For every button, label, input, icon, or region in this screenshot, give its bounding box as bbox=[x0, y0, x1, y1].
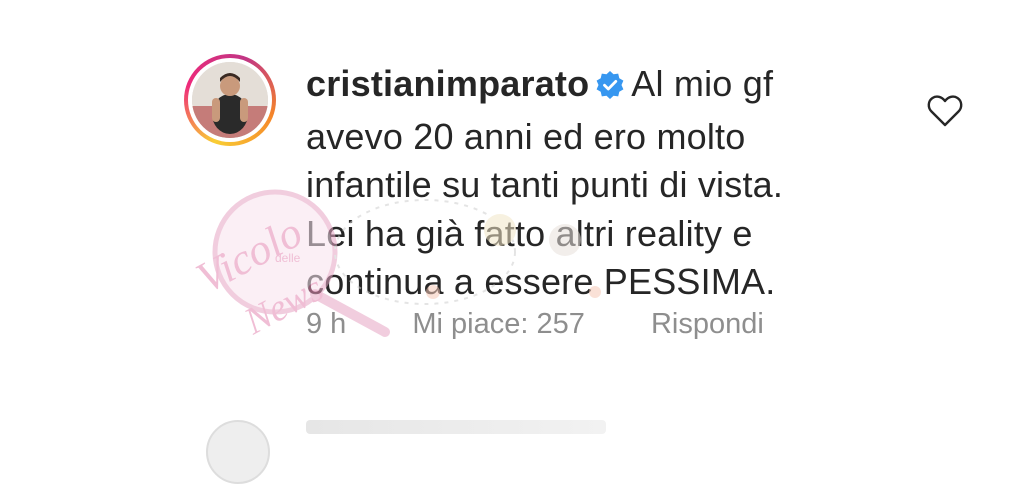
next-comment-preview bbox=[306, 420, 606, 434]
comment-text-line: Lei ha già fatto altri reality e bbox=[306, 212, 753, 254]
comment-text-line: Al mio gf bbox=[631, 63, 774, 104]
avatar-photo bbox=[192, 62, 268, 138]
likes-count-link[interactable]: Mi piace: 257 bbox=[412, 308, 585, 340]
like-button[interactable] bbox=[926, 92, 964, 128]
comment-text-line: avevo 20 anni ed ero molto bbox=[306, 115, 746, 157]
comment-text-line: continua a essere PESSIMA. bbox=[306, 261, 776, 302]
avatar-border bbox=[188, 58, 272, 142]
reply-button[interactable]: Rispondi bbox=[651, 308, 764, 340]
story-ring[interactable] bbox=[184, 54, 276, 146]
comment-item: cristianimparato Al mio gf avevo 20 anni … bbox=[0, 0, 1024, 360]
comment-meta: 9 h Mi piace: 257 Rispondi bbox=[306, 308, 822, 341]
comment-username[interactable]: cristianimparato bbox=[306, 63, 589, 104]
comment-body: cristianimparato Al mio gf avevo 20 anni … bbox=[306, 60, 926, 307]
next-comment-avatar[interactable] bbox=[206, 420, 270, 484]
verified-badge-icon bbox=[595, 64, 625, 113]
comment-text-line: infantile su tanti punti di vista. bbox=[306, 164, 784, 205]
comment-time[interactable]: 9 h bbox=[306, 308, 346, 340]
heart-outline-icon bbox=[927, 95, 963, 127]
avatar[interactable] bbox=[192, 62, 268, 138]
